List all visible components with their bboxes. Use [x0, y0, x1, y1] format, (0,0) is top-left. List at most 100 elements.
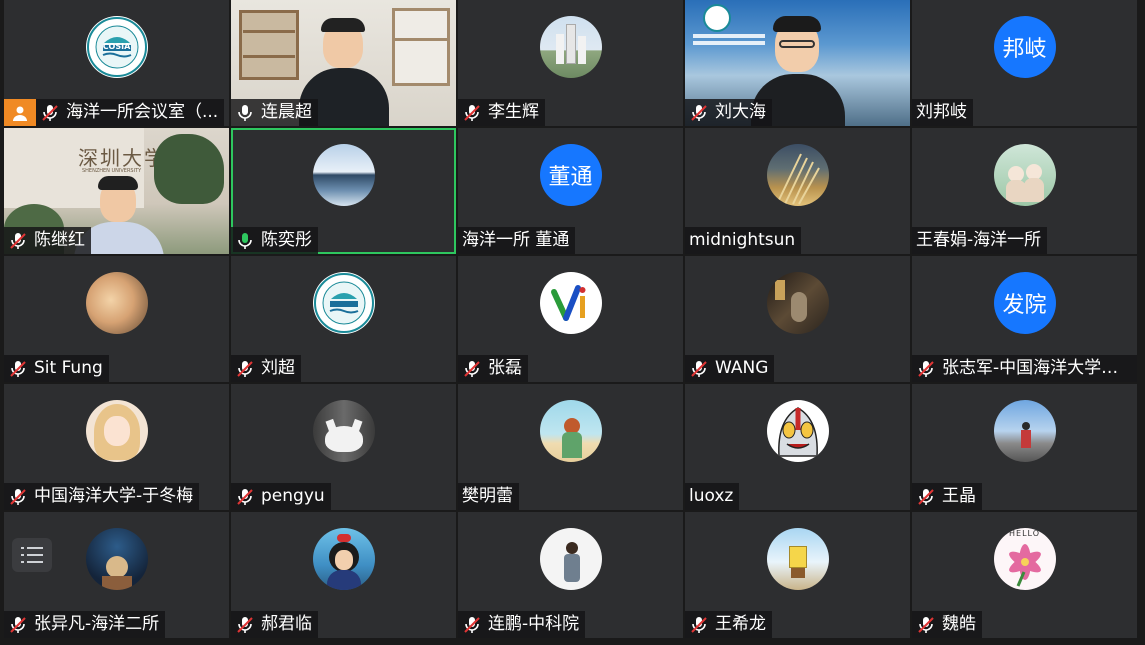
avatar-initials: 董通 — [548, 165, 593, 190]
participant-avatar: COSIA — [85, 16, 148, 78]
participant-tile[interactable]: HELLO 魏皓 — [912, 512, 1137, 638]
participant-name: 刘邦岐 — [916, 102, 967, 122]
mic-muted-icon — [464, 104, 480, 121]
avatar-caption: HELLO — [1009, 529, 1040, 538]
participant-tile[interactable]: 王晶 — [912, 384, 1137, 510]
participant-avatar — [766, 400, 829, 462]
participant-name-bar: 樊明蕾 — [458, 483, 519, 510]
participant-name: 王春娟-海洋一所 — [916, 230, 1042, 250]
participant-name: 王晶 — [942, 486, 976, 506]
participant-tile[interactable]: 连鹏-中科院 — [458, 512, 683, 638]
participant-name-bar: 李生辉 — [458, 99, 545, 126]
participant-name-bar: 王晶 — [912, 483, 982, 510]
participant-name-bar: 张异凡-海洋二所 — [4, 611, 166, 638]
participant-name: midnightsun — [689, 230, 796, 250]
participant-tile[interactable]: pengyu — [231, 384, 456, 510]
participant-tile[interactable]: Sit Fung — [4, 256, 229, 382]
participant-tile[interactable]: 王希龙 — [685, 512, 910, 638]
mic-muted-icon — [691, 616, 707, 633]
mic-speaking-icon — [238, 232, 252, 249]
participant-avatar: 发院 — [993, 272, 1056, 334]
participant-tile[interactable]: 张磊 — [458, 256, 683, 382]
participant-avatar — [539, 400, 602, 462]
cosia-logo-text: COSIA — [102, 42, 131, 51]
participant-avatar — [85, 528, 148, 590]
participant-name: 海洋一所 董通 — [462, 230, 570, 250]
participant-name: 李生辉 — [488, 102, 539, 122]
participant-avatar — [85, 400, 148, 462]
participant-tile[interactable]: 邦岐 刘邦岐 — [912, 0, 1137, 126]
avatar-initials: 邦岐 — [1002, 37, 1047, 62]
participant-name-bar: 张磊 — [458, 355, 528, 382]
participant-name-bar: WANG — [685, 355, 775, 382]
participant-avatar: 邦岐 — [993, 16, 1056, 78]
participant-tile[interactable]: 郝君临 — [231, 512, 456, 638]
participant-tile[interactable]: WANG — [685, 256, 910, 382]
participant-name-bar: 刘超 — [231, 355, 301, 382]
participant-tile[interactable]: 刘超 — [231, 256, 456, 382]
mic-muted-icon — [918, 360, 934, 377]
participant-tile[interactable]: midnightsun — [685, 128, 910, 254]
participant-name-bar: 张志军-中国海洋大学海发院 — [912, 355, 1137, 382]
participant-name: pengyu — [261, 486, 325, 506]
avatar-initials: 发院 — [1002, 293, 1047, 318]
participant-name-bar: 连鹏-中科院 — [458, 611, 586, 638]
participant-avatar — [85, 272, 148, 334]
participant-name-bar: 刘邦岐 — [912, 99, 973, 126]
participant-tile[interactable]: 樊明蕾 — [458, 384, 683, 510]
participant-tile[interactable]: 中国海洋大学-于冬梅 — [4, 384, 229, 510]
participant-name: 刘大海 — [715, 102, 766, 122]
mic-muted-icon — [10, 360, 26, 377]
participant-avatar — [766, 144, 829, 206]
participant-tile[interactable]: COSIA 海洋一所会议室（... — [4, 0, 229, 126]
participant-name-bar: 连晨超 — [231, 99, 318, 126]
participant-name-bar: 刘大海 — [685, 99, 772, 126]
participant-avatar — [539, 528, 602, 590]
participant-name-bar: 陈奕彤 — [231, 227, 318, 254]
mic-muted-icon — [691, 360, 707, 377]
mic-muted-icon — [464, 616, 480, 633]
participant-tile[interactable]: luoxz — [685, 384, 910, 510]
participant-avatar — [766, 272, 829, 334]
participant-name: 海洋一所会议室（... — [66, 102, 219, 122]
participant-name-bar: 陈继红 — [4, 227, 91, 254]
participant-name: luoxz — [689, 486, 734, 506]
participant-name: WANG — [715, 358, 769, 378]
chat-toggle-button[interactable] — [12, 538, 52, 572]
participant-avatar — [993, 400, 1056, 462]
participant-avatar: HELLO — [993, 528, 1056, 590]
participant-tile[interactable]: 李生辉 — [458, 0, 683, 126]
mic-muted-icon — [10, 488, 26, 505]
participant-name: 中国海洋大学-于冬梅 — [34, 486, 194, 506]
participant-tile[interactable]: 王春娟-海洋一所 — [912, 128, 1137, 254]
participant-avatar — [539, 272, 602, 334]
mic-muted-icon — [237, 488, 253, 505]
participant-grid: COSIA 海洋一所会议室（... 连晨超 李生辉 刘大海 邦岐 刘邦岐 深圳大… — [4, 0, 1140, 640]
participant-name-bar: 中国海洋大学-于冬梅 — [4, 483, 200, 510]
participant-tile[interactable]: 董通 海洋一所 董通 — [458, 128, 683, 254]
participant-name: 郝君临 — [261, 614, 312, 634]
participant-name: 张志军-中国海洋大学海发院 — [942, 358, 1131, 378]
participant-avatar — [993, 144, 1056, 206]
list-icon — [21, 547, 43, 563]
mic-muted-icon — [42, 104, 58, 121]
participant-name: 陈奕彤 — [261, 230, 312, 250]
participant-name-bar: Sit Fung — [4, 355, 109, 382]
participant-name: 陈继红 — [34, 230, 85, 250]
participant-avatar — [312, 400, 375, 462]
mic-muted-icon — [918, 488, 934, 505]
participant-tile[interactable]: 连晨超 — [231, 0, 456, 126]
participant-avatar — [766, 528, 829, 590]
participant-name: 王希龙 — [715, 614, 766, 634]
participant-tile[interactable]: 张异凡-海洋二所 — [4, 512, 229, 638]
participant-name-bar: midnightsun — [685, 227, 802, 254]
participant-tile[interactable]: 发院 张志军-中国海洋大学海发院 — [912, 256, 1137, 382]
participant-name: 张异凡-海洋二所 — [34, 614, 160, 634]
mic-muted-icon — [918, 616, 934, 633]
participant-name-bar: luoxz — [685, 483, 740, 510]
participant-tile[interactable]: 深圳大学 SHENZHEN UNIVERSITY 陈继红 — [4, 128, 229, 254]
participant-name-bar: 海洋一所会议室（... — [36, 99, 225, 126]
mic-muted-icon — [237, 360, 253, 377]
participant-tile-active-speaker[interactable]: 陈奕彤 — [231, 128, 456, 254]
participant-tile[interactable]: 刘大海 — [685, 0, 910, 126]
